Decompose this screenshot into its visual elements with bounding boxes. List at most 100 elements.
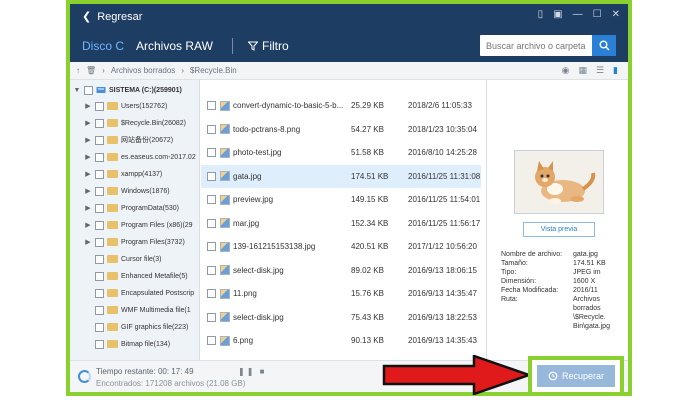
detail-view-icon[interactable]: ▮ (613, 65, 618, 76)
filter-button[interactable]: Filtro (248, 39, 289, 53)
tree-item[interactable]: ▶ 网站备份(20672) (84, 132, 173, 148)
tree-item[interactable]: ▶ Windows(1876) (84, 183, 170, 199)
checkbox[interactable] (95, 118, 104, 128)
checkbox[interactable] (207, 312, 216, 322)
breadcrumb-item-recycle[interactable]: $Recycle.Bin (190, 66, 237, 75)
restore-icon[interactable]: ▣ (553, 9, 562, 20)
close-icon[interactable]: ✕ (612, 9, 620, 20)
folder-icon (107, 323, 118, 331)
file-row[interactable]: preview.jpg 149.15 KB 2016/11/25 11:54:01 (201, 188, 481, 211)
file-row[interactable]: select-disk.jpg 75.43 KB 2016/9/13 18:22:5… (201, 306, 481, 329)
tree-item[interactable]: ▶ Program Files(3732) (84, 234, 185, 250)
checkbox[interactable] (207, 101, 216, 110)
chevron-right-icon[interactable]: ▶ (84, 170, 92, 178)
checkbox[interactable] (95, 101, 104, 111)
file-row[interactable]: select-disk.jpg 89.02 KB 2016/9/13 18:06:1… (201, 259, 481, 282)
checkbox[interactable] (95, 220, 104, 230)
breadcrumb-item-deleted[interactable]: Archivos borrados (111, 66, 175, 75)
folder-icon (107, 170, 118, 178)
checkbox[interactable] (95, 135, 104, 145)
chevron-right-icon[interactable]: ▶ (84, 238, 92, 246)
file-row[interactable]: photo-test.jpg 51.58 KB 2016/8/10 14:25:28 (201, 141, 481, 164)
checkbox[interactable] (95, 339, 104, 349)
chevron-right-icon[interactable]: ▶ (84, 187, 92, 195)
tree-item[interactable]: Enhanced Metafile(5) (84, 268, 188, 284)
back-button[interactable]: ❮ Regresar (82, 10, 142, 24)
tree-item[interactable]: Cursor file(3) (84, 251, 161, 267)
checkbox[interactable] (95, 169, 104, 179)
file-row[interactable]: 6.png 90.13 KB 2016/9/13 14:35:43 (201, 329, 481, 352)
checkbox[interactable] (95, 288, 104, 298)
image-file-icon (220, 171, 230, 181)
preview-eye-icon[interactable]: ◉ (562, 65, 570, 76)
pause-icon[interactable]: ❚❚ ■ (238, 367, 266, 376)
tree-item[interactable]: ▶ Users(152762) (84, 98, 167, 114)
tree-item[interactable]: ▶ $Recycle.Bin(26082) (84, 115, 186, 131)
checkbox[interactable] (95, 203, 104, 213)
menu-icon[interactable]: ▯ (538, 9, 544, 20)
chevron-right-icon[interactable]: ▶ (84, 119, 92, 127)
checkbox[interactable] (95, 254, 104, 264)
file-row[interactable]: convert-dynamic-to-basic-5-b... 25.29 KB 2… (201, 94, 481, 117)
checkbox[interactable] (95, 271, 104, 281)
drive-icon (96, 87, 106, 93)
checkbox[interactable] (84, 85, 93, 95)
stop-icon[interactable]: ■ (260, 367, 267, 376)
file-name: convert-dynamic-to-basic-5-b... (233, 101, 344, 110)
checkbox[interactable] (95, 152, 104, 162)
list-view-icon[interactable]: ☰ (596, 65, 604, 76)
file-row[interactable]: 139-161215153138.jpg 420.51 KB 2017/1/12 1… (201, 235, 481, 258)
checkbox[interactable] (207, 218, 216, 228)
checkbox[interactable] (207, 242, 216, 251)
tree-item[interactable]: ▶ ProgramData(530) (84, 200, 179, 216)
folder-icon (107, 238, 118, 246)
checkbox[interactable] (207, 124, 216, 134)
tree-item[interactable]: ▶ Program Files (x86)(29 (84, 217, 193, 233)
recover-button[interactable]: Recuperar (537, 365, 615, 387)
tree-item[interactable]: ▶ xampp(4137) (84, 166, 162, 182)
checkbox[interactable] (95, 322, 104, 332)
file-row[interactable]: gata.jpg 174.51 KB 2016/11/25 11:31:08 (201, 164, 481, 188)
image-file-icon (220, 100, 230, 111)
grid-view-icon[interactable]: ▦ (578, 65, 587, 76)
file-row[interactable]: 11.png 15.76 KB 2016/9/13 14:35:47 (201, 282, 481, 305)
checkbox[interactable] (207, 148, 216, 157)
checkbox[interactable] (95, 237, 104, 247)
chevron-right-icon[interactable]: ▶ (84, 136, 92, 144)
checkbox[interactable] (95, 305, 104, 315)
property-key: Tamaño: (501, 260, 528, 267)
tree-root[interactable]: ▼ SISTEMA (C:)(259901) (73, 82, 182, 98)
file-date: 2018/2/6 11:05:33 (408, 101, 472, 110)
tree-item[interactable]: Encapsulated Postscrip (84, 285, 194, 301)
tab-raw[interactable]: Archivos RAW (136, 39, 213, 53)
tree-item[interactable]: WMF Multimedia file(1 (84, 302, 191, 318)
file-row[interactable]: todo-pctrans-8.png 54.27 KB 2018/1/23 10:3… (201, 118, 481, 141)
up-arrow-icon[interactable]: ↑ (76, 66, 80, 75)
tree-item[interactable]: ▶ es.easeus.com-2017.02 (84, 149, 196, 165)
checkbox[interactable] (207, 195, 216, 204)
minimize-icon[interactable]: — (573, 9, 583, 20)
chevron-right-icon[interactable]: ▶ (84, 204, 92, 212)
chevron-right-icon[interactable]: ▶ (84, 153, 92, 161)
search-button[interactable] (592, 35, 616, 56)
file-date: 2016/11/25 11:56:17 (408, 218, 481, 228)
checkbox[interactable] (95, 186, 104, 196)
chevron-right-icon[interactable]: ▶ (84, 102, 92, 110)
property-row: Tamaño: 174.51 KB (501, 259, 626, 268)
tab-disk[interactable]: Disco C (82, 39, 124, 53)
chevron-right-icon[interactable]: ▶ (84, 221, 92, 229)
filter-label: Filtro (262, 39, 289, 53)
checkbox[interactable] (207, 171, 216, 181)
file-row[interactable]: mar.jpg 152.34 KB 2016/11/25 11:56:17 (201, 212, 481, 235)
image-file-icon (220, 265, 230, 275)
search-input[interactable] (480, 35, 592, 56)
preview-button[interactable]: Vista previa (523, 222, 595, 237)
maximize-icon[interactable]: ☐ (593, 9, 602, 20)
checkbox[interactable] (207, 265, 216, 275)
checkbox[interactable] (207, 289, 216, 298)
checkbox[interactable] (207, 336, 216, 345)
chevron-right-icon: › (181, 66, 184, 75)
tree-item[interactable]: GIF graphics file(223) (84, 319, 188, 335)
tree-item[interactable]: Bitmap file(134) (84, 336, 170, 352)
chevron-down-icon[interactable]: ▼ (73, 87, 81, 94)
